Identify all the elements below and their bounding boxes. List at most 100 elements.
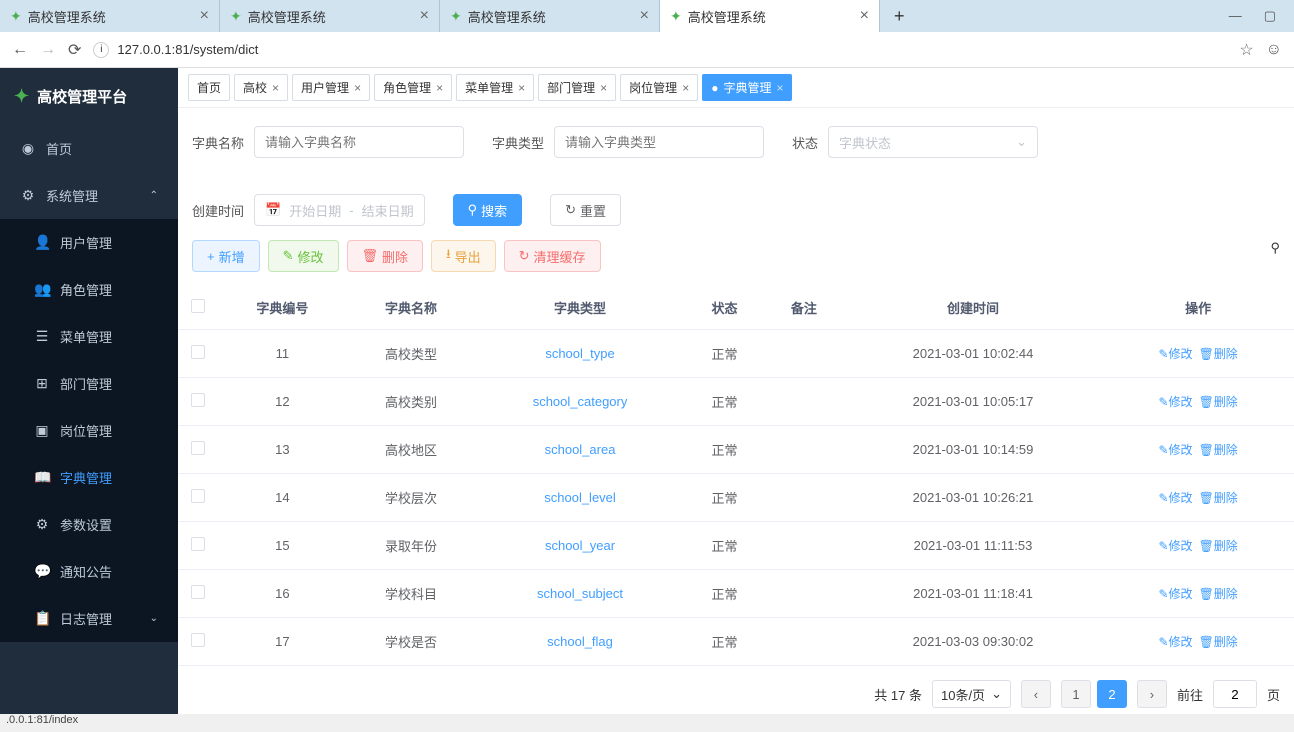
filter-date-range[interactable]: 📅 开始日期 - 结束日期	[254, 194, 425, 226]
row-delete-button[interactable]: 🗑删除	[1199, 347, 1238, 361]
pager-next[interactable]: ›	[1137, 680, 1167, 708]
page-tab[interactable]: 岗位管理×	[620, 74, 698, 101]
profile-icon[interactable]: ☺	[1266, 41, 1282, 59]
row-checkbox[interactable]	[191, 585, 205, 599]
page-tab[interactable]: 菜单管理×	[456, 74, 534, 101]
export-button[interactable]: ⭳导出	[431, 240, 496, 272]
sidebar-item-param[interactable]: ⚙参数设置	[0, 501, 178, 548]
sidebar-item-menu[interactable]: ☰菜单管理	[0, 313, 178, 360]
row-checkbox[interactable]	[191, 441, 205, 455]
close-icon[interactable]: ×	[200, 7, 209, 25]
cell-status: 正常	[685, 378, 764, 426]
sidebar-item-notice[interactable]: 💬通知公告	[0, 548, 178, 595]
filter-name-input[interactable]	[254, 126, 464, 158]
cell-type[interactable]: school_area	[475, 426, 684, 474]
cell-type[interactable]: school_category	[475, 378, 684, 426]
sidebar-item-tree[interactable]: ⊞部门管理	[0, 360, 178, 407]
sidebar-item-user[interactable]: 👤用户管理	[0, 219, 178, 266]
close-icon[interactable]: ×	[436, 81, 443, 95]
info-icon[interactable]: i	[93, 42, 109, 58]
row-edit-button[interactable]: ✎修改	[1159, 635, 1193, 649]
row-checkbox[interactable]	[191, 489, 205, 503]
pager-page[interactable]: 2	[1097, 680, 1127, 708]
search-icon[interactable]: ⚲	[1270, 240, 1280, 272]
filter-type-input[interactable]	[554, 126, 764, 158]
row-checkbox[interactable]	[191, 633, 205, 647]
bookmark-icon[interactable]: ☆	[1239, 40, 1253, 60]
close-icon[interactable]: ×	[640, 7, 649, 25]
close-icon[interactable]: ×	[682, 81, 689, 95]
row-edit-button[interactable]: ✎修改	[1159, 395, 1193, 409]
calendar-icon: 📅	[265, 202, 281, 218]
page-tab[interactable]: 用户管理×	[292, 74, 370, 101]
close-icon[interactable]: ×	[518, 81, 525, 95]
row-checkbox[interactable]	[191, 345, 205, 359]
sidebar-item-dashboard[interactable]: ◉首页	[0, 125, 178, 172]
row-delete-button[interactable]: 🗑删除	[1199, 635, 1238, 649]
sidebar-item-label: 角色管理	[60, 280, 112, 299]
reset-button[interactable]: ↻ 重置	[550, 194, 621, 226]
filter-status-select[interactable]: 字典状态 ⌄	[828, 126, 1038, 158]
browser-tab[interactable]: ✦高校管理系统×	[440, 0, 660, 32]
row-delete-button[interactable]: 🗑删除	[1199, 587, 1238, 601]
browser-tab[interactable]: ✦高校管理系统×	[220, 0, 440, 32]
reload-icon[interactable]: ⟳	[68, 40, 81, 60]
close-icon[interactable]: ×	[354, 81, 361, 95]
table-row: 16 学校科目 school_subject 正常 2021-03-01 11:…	[178, 570, 1294, 618]
cell-type[interactable]: school_level	[475, 474, 684, 522]
main-content: 首页高校×用户管理×角色管理×菜单管理×部门管理×岗位管理×●字典管理× 字典名…	[178, 68, 1294, 714]
pager-size-select[interactable]: 10条/页⌄	[932, 680, 1011, 708]
sidebar-item-dict[interactable]: 📖字典管理	[0, 454, 178, 501]
edit-button[interactable]: ✎修改	[268, 240, 339, 272]
pager-prev[interactable]: ‹	[1021, 680, 1051, 708]
cell-type[interactable]: school_flag	[475, 618, 684, 666]
cell-type[interactable]: school_subject	[475, 570, 684, 618]
row-edit-button[interactable]: ✎修改	[1159, 539, 1193, 553]
page-tab[interactable]: 角色管理×	[374, 74, 452, 101]
row-edit-button[interactable]: ✎修改	[1159, 443, 1193, 457]
delete-button[interactable]: 🗑删除	[347, 240, 424, 272]
clear-cache-button[interactable]: ↻清理缓存	[504, 240, 601, 272]
close-icon[interactable]: ×	[600, 81, 607, 95]
row-checkbox[interactable]	[191, 537, 205, 551]
page-tab[interactable]: 高校×	[234, 74, 288, 101]
close-icon[interactable]: ×	[860, 7, 869, 25]
sidebar-item-label: 日志管理	[60, 609, 112, 628]
maximize-icon[interactable]: ▢	[1264, 8, 1276, 24]
close-icon[interactable]: ×	[420, 7, 429, 25]
row-checkbox[interactable]	[191, 393, 205, 407]
cell-type[interactable]: school_type	[475, 330, 684, 378]
pager-goto-input[interactable]	[1213, 680, 1257, 708]
row-edit-button[interactable]: ✎修改	[1159, 587, 1193, 601]
close-icon[interactable]: ×	[776, 81, 783, 95]
row-delete-button[interactable]: 🗑删除	[1199, 395, 1238, 409]
pager-page[interactable]: 1	[1061, 680, 1091, 708]
close-icon[interactable]: ×	[272, 81, 279, 95]
sidebar-item-gear[interactable]: ⚙系统管理⌃	[0, 172, 178, 219]
url-box[interactable]: i 127.0.0.1:81/system/dict	[93, 42, 1227, 58]
back-icon[interactable]: ←	[12, 41, 28, 59]
row-edit-button[interactable]: ✎修改	[1159, 491, 1193, 505]
cell-type[interactable]: school_year	[475, 522, 684, 570]
page-tab[interactable]: 部门管理×	[538, 74, 616, 101]
new-tab-button[interactable]: +	[880, 6, 919, 27]
page-tab[interactable]: 首页	[188, 74, 230, 101]
checkbox-all[interactable]	[191, 299, 205, 313]
row-delete-button[interactable]: 🗑删除	[1199, 539, 1238, 553]
table-header: 字典名称	[347, 286, 476, 330]
sidebar-item-users[interactable]: 👥角色管理	[0, 266, 178, 313]
tree-icon: ⊞	[34, 375, 50, 392]
row-edit-button[interactable]: ✎修改	[1159, 347, 1193, 361]
forward-icon[interactable]: →	[40, 41, 56, 59]
chevron-down-icon: ⌄	[991, 686, 1002, 702]
search-button[interactable]: ⚲ 搜索	[453, 194, 523, 226]
sidebar-item-log[interactable]: 📋日志管理⌄	[0, 595, 178, 642]
browser-tab[interactable]: ✦高校管理系统×	[660, 0, 880, 32]
row-delete-button[interactable]: 🗑删除	[1199, 491, 1238, 505]
browser-tab[interactable]: ✦高校管理系统×	[0, 0, 220, 32]
sidebar-item-post[interactable]: ▣岗位管理	[0, 407, 178, 454]
page-tab[interactable]: ●字典管理×	[702, 74, 792, 101]
row-delete-button[interactable]: 🗑删除	[1199, 443, 1238, 457]
add-button[interactable]: +新增	[192, 240, 260, 272]
minimize-icon[interactable]: —	[1229, 8, 1242, 24]
